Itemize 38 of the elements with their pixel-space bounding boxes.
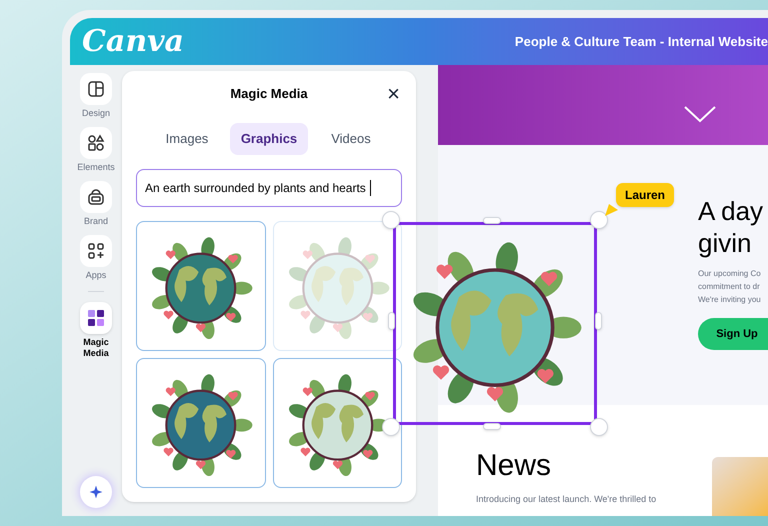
graphic-result[interactable] (136, 358, 266, 488)
layout-icon (86, 79, 106, 99)
resize-handle[interactable] (388, 312, 395, 330)
panel-title: Magic Media (230, 85, 308, 104)
resize-handle[interactable] (483, 217, 501, 224)
selection-frame[interactable] (393, 222, 597, 425)
section-heading: A day (698, 195, 764, 227)
shapes-icon (86, 133, 106, 153)
section-heading: givin (698, 227, 752, 259)
collaborator-tag: Lauren (616, 183, 674, 207)
body-text: We're inviting you (698, 294, 762, 306)
media-tab[interactable]: Graphics (230, 123, 308, 155)
resize-handle[interactable] (595, 312, 602, 330)
sign-up-button[interactable]: Sign Up (698, 318, 768, 350)
body-text: commitment to dr (698, 281, 761, 293)
briefcase-icon (86, 187, 106, 207)
graphic-result[interactable] (136, 221, 266, 351)
media-tab[interactable]: Videos (312, 123, 390, 155)
sidebar-item[interactable]: Brand (73, 181, 119, 227)
chevron-down-icon[interactable] (683, 105, 717, 123)
media-tab[interactable]: Images (148, 123, 226, 155)
sidebar-item[interactable]: Magic Media (73, 302, 119, 359)
magic-sparkle-button[interactable] (80, 476, 112, 508)
news-text: Introducing our latest launch. We're thrilled to (476, 493, 656, 506)
prompt-field[interactable]: An earth surrounded by plants and hearts (136, 169, 402, 207)
news-heading: News (476, 449, 552, 483)
body-text: Our upcoming Co (698, 268, 762, 280)
close-button[interactable]: × (387, 83, 400, 105)
sidebar-item[interactable]: Elements (73, 127, 119, 173)
media-collage-icon (86, 308, 106, 328)
sidebar-item[interactable]: Design (73, 73, 119, 119)
design-title: People & Culture Team - Internal Website (514, 32, 768, 51)
graphic-result[interactable] (272, 358, 402, 488)
photo-placeholder (712, 457, 768, 516)
apps-grid-icon (86, 241, 106, 261)
resize-handle[interactable] (483, 423, 501, 430)
sparkle-icon (88, 484, 104, 500)
sidebar-item[interactable]: Apps (73, 235, 119, 281)
